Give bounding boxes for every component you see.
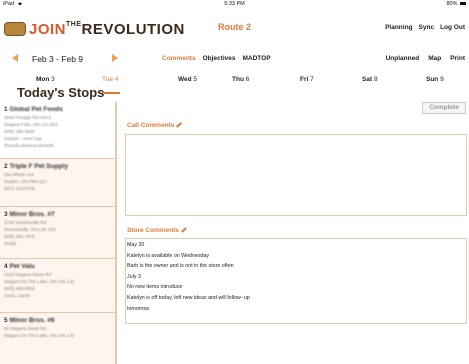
comment-line: July 3	[127, 273, 141, 280]
sync-button[interactable]: Sync	[419, 24, 435, 31]
call-comments-heading: Call Comments	[127, 122, 183, 129]
stop-city: Stevensville, ON L0S 1S0	[4, 227, 56, 232]
day-wed[interactable]: Wed 5	[178, 76, 197, 83]
stop-address: 25a Whyte Ave	[4, 172, 35, 177]
comment-line: May 20	[127, 242, 145, 248]
stop-city: Niagara On The Lake, ON L0S 1J0	[4, 333, 74, 338]
comment-line: No new items introduce	[127, 284, 183, 291]
stop-phone: (905) 356-3000	[4, 129, 35, 134]
comment-line: Katelyn is off today, left new ideas and…	[127, 294, 250, 301]
top-actions: Planning Sync Log Out	[385, 24, 465, 31]
stop-name: Global Pet Foods	[9, 106, 63, 113]
stop-contact: Katelyn - store mgr	[4, 136, 43, 141]
day-sun[interactable]: Sun 9	[426, 76, 444, 83]
detail-tabs: Comments Objectives MADTOP	[162, 55, 271, 62]
stop-phone: (905) 382-7878	[4, 234, 35, 239]
week-range: Feb 3 - Feb 9	[32, 54, 84, 64]
comment-line: tomorrow	[127, 305, 150, 312]
comment-line: Barb is the owner and is not in the stor…	[127, 263, 234, 270]
complete-button[interactable]: Complete	[422, 102, 466, 114]
call-comments-field[interactable]	[125, 134, 467, 216]
tab-objectives[interactable]: Objectives	[203, 55, 236, 62]
day-mon[interactable]: Mon 3	[36, 76, 55, 83]
day-sat[interactable]: Sat 8	[362, 76, 378, 83]
unplanned-button[interactable]: Unplanned	[386, 55, 420, 62]
battery-icon	[460, 1, 466, 6]
next-week-icon[interactable]	[112, 54, 118, 62]
stop-city: Niagara Falls, ON L2J 2K9	[4, 122, 58, 127]
previous-week-icon[interactable]	[12, 54, 18, 62]
tab-comments[interactable]: Comments	[162, 55, 196, 62]
stop-name: Minor Bros. #6	[9, 317, 55, 324]
stop-city: Dryden, ON P8N 2Z1	[4, 179, 47, 184]
map-button[interactable]: Map	[428, 55, 441, 62]
comment-line: Katelyn is available on Wednesday	[127, 252, 210, 259]
stop-item[interactable]: 3 Minor Bros. #7 2730 Stevensville Rd St…	[0, 207, 115, 259]
stop-address: 2730 Stevensville Rd	[4, 220, 47, 225]
pencil-icon[interactable]	[176, 122, 183, 128]
stop-contact: Carol, Laurie	[4, 293, 30, 298]
tab-madtop[interactable]: MADTOP	[242, 55, 270, 62]
selected-day-indicator	[102, 92, 120, 94]
stop-phone: (807) 223-5705	[4, 186, 35, 191]
stop-item[interactable]: 4 Pet Valu 1520 Niagara Stone Rd Niagara…	[0, 259, 115, 313]
stop-address: 65 Niagara Stone Rd	[4, 326, 47, 331]
store-comments-text: May 20 Katelyn is available on Wednesday…	[127, 240, 467, 314]
store-comments-label: Store Comments	[127, 227, 180, 234]
planning-button[interactable]: Planning	[385, 24, 412, 31]
status-time: 5:33 PM	[224, 1, 245, 7]
stop-address: 1520 Niagara Stone Rd	[4, 272, 52, 277]
stop-contact: Rhonda,shawna,Michelle	[4, 143, 55, 148]
day-thu[interactable]: Thu 6	[232, 76, 249, 83]
store-comments-heading: Store Comments	[127, 227, 187, 234]
print-button[interactable]: Print	[450, 55, 465, 62]
todays-stops-title: Today's Stops	[17, 85, 105, 100]
stop-address: 3845 Portage Rd Unit 5	[4, 115, 52, 120]
status-bar: iPad 5:33 PM 80%	[0, 0, 469, 9]
stop-name: Triple F Pet Supply	[9, 163, 68, 170]
stop-city: Niagara On The Lake, ON L0S 1J0	[4, 279, 74, 284]
stop-name: Pet Valu	[9, 263, 35, 270]
stop-phone: (905) 468-8556	[4, 286, 35, 291]
week-nav: Feb 3 - Feb 9 Comments Objectives MADTOP…	[0, 48, 469, 68]
stop-item[interactable]: 5 Minor Bros. #6 65 Niagara Stone Rd Nia…	[0, 313, 115, 364]
battery-percent: 80%	[446, 1, 458, 7]
day-tue[interactable]: Tue 4	[102, 76, 118, 83]
pencil-icon[interactable]	[181, 227, 187, 233]
view-tabs: Unplanned Map Print	[386, 55, 465, 62]
stops-list: 1 Global Pet Foods 3845 Portage Rd Unit …	[0, 102, 117, 364]
stop-name: Minor Bros. #7	[9, 211, 55, 218]
day-fri[interactable]: Fri 7	[300, 76, 314, 83]
stop-contact: Shelly	[4, 241, 17, 246]
call-comments-label: Call Comments	[127, 122, 175, 129]
stop-item[interactable]: 1 Global Pet Foods 3845 Portage Rd Unit …	[0, 102, 115, 159]
stop-item[interactable]: 2 Triple F Pet Supply 25a Whyte Ave Dryd…	[0, 159, 115, 207]
logout-button[interactable]: Log Out	[440, 24, 465, 31]
